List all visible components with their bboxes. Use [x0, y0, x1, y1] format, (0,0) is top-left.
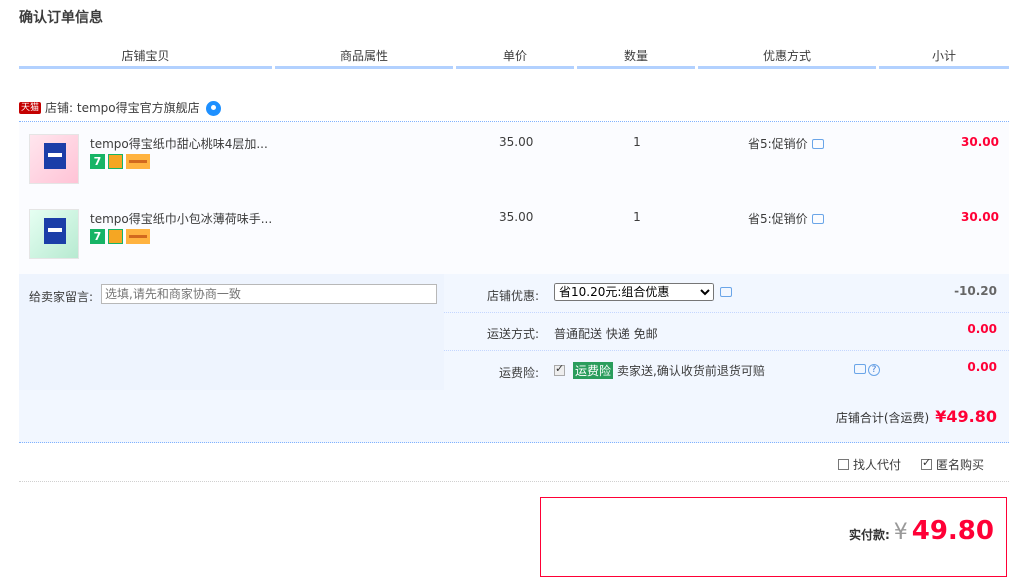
col-header-qty: 数量: [577, 46, 695, 69]
col-header-price: 单价: [456, 46, 574, 69]
shipping-row: 运送方式: 普通配送 快递 免邮 0.00: [444, 312, 1009, 351]
insurance-amount: 0.00: [967, 360, 997, 374]
promo-info: 省5:促销价: [748, 210, 824, 227]
order-options: 给卖家留言: 店铺优惠: 省10.20元:组合优惠 -10.20 运送方式: 普…: [19, 274, 1009, 390]
actual-payment-label: 实付款:: [848, 528, 890, 542]
anonymous-checkbox[interactable]: [921, 456, 933, 470]
seven-day-return-icon[interactable]: 7: [90, 154, 105, 169]
shop-total: 店铺合计(含运费) ¥49.80: [836, 407, 997, 426]
item-subtotal: 30.00: [961, 210, 999, 224]
product-name-link[interactable]: tempo得宝纸巾小包冰薄荷味手...: [90, 210, 272, 227]
product-name-link[interactable]: tempo得宝纸巾甜心桃味4层加...: [90, 135, 268, 152]
col-header-subtotal: 小计: [879, 46, 1009, 69]
payment-options: 找人代付 匿名购买: [838, 456, 984, 473]
discount-select-wrap: 省10.20元:组合优惠: [554, 283, 732, 301]
insurance-icons: ?: [854, 364, 880, 376]
payment-summary-box: 实付款: ¥ 49.80: [540, 497, 1007, 577]
item-subtotal: 30.00: [961, 135, 999, 149]
col-header-promo: 优惠方式: [698, 46, 876, 69]
insurance-tag: 运费险: [573, 362, 614, 379]
page-title: 确认订单信息: [19, 10, 103, 26]
col-header-attr: 商品属性: [275, 46, 453, 69]
quantity: 1: [633, 210, 641, 224]
credit-card-icon[interactable]: [126, 154, 150, 169]
shipping-amount: 0.00: [967, 322, 997, 336]
anonymous-option[interactable]: 匿名购买: [921, 456, 984, 473]
promo-detail-icon[interactable]: [811, 138, 824, 149]
discount-label: 店铺优惠:: [486, 289, 539, 303]
discount-select[interactable]: 省10.20元:组合优惠: [554, 283, 714, 301]
shop-header: 天猫 店铺: tempo得宝官方旗舰店: [19, 98, 221, 118]
discount-info-icon[interactable]: [720, 287, 732, 297]
insurance-checkbox[interactable]: [554, 362, 565, 376]
col-header-item: 店铺宝贝: [19, 46, 272, 69]
currency-symbol: ¥: [893, 520, 908, 545]
item-list: tempo得宝纸巾甜心桃味4层加... 7 35.00 1 省5:促销价 30.…: [19, 122, 1009, 274]
service-badges: 7: [90, 154, 150, 169]
promo-label: 省5:促销价: [748, 137, 808, 151]
shop-total-value: ¥49.80: [935, 407, 997, 426]
proxy-pay-label: 找人代付: [853, 458, 902, 472]
list-item: tempo得宝纸巾小包冰薄荷味手... 7 35.00 1 省5:促销价 30.…: [19, 197, 1009, 269]
message-panel: 给卖家留言:: [19, 274, 444, 390]
insurance-info: 运费险 卖家送,确认收货前退货可赔: [554, 362, 765, 379]
quantity: 1: [633, 135, 641, 149]
wangwang-chat-icon[interactable]: [205, 100, 221, 116]
help-icon[interactable]: ?: [868, 364, 880, 376]
divider: [19, 481, 1009, 482]
proxy-pay-option[interactable]: 找人代付: [838, 456, 901, 473]
product-thumbnail[interactable]: [29, 209, 79, 259]
column-headers: 店铺宝贝 商品属性 单价 数量 优惠方式 小计: [19, 46, 1009, 70]
shipping-value: 普通配送 快递 免邮: [554, 327, 658, 341]
message-label: 给卖家留言:: [29, 290, 94, 304]
message-input[interactable]: [101, 284, 437, 304]
actual-payment-value: 49.80: [911, 516, 994, 546]
promo-info: 省5:促销价: [748, 135, 824, 152]
service-badges: 7: [90, 229, 150, 244]
promo-label: 省5:促销价: [748, 212, 808, 226]
proxy-pay-checkbox[interactable]: [838, 459, 849, 470]
guarantee-icon[interactable]: [108, 229, 123, 244]
shop-total-row: 店铺合计(含运费) ¥49.80: [19, 390, 1009, 443]
shop-name-link[interactable]: 店铺: tempo得宝官方旗舰店: [45, 98, 200, 118]
product-thumbnail[interactable]: [29, 134, 79, 184]
shipping-label: 运送方式:: [486, 327, 539, 341]
tmall-badge: 天猫: [19, 102, 42, 114]
seven-day-return-icon[interactable]: 7: [90, 229, 105, 244]
insurance-chat-icon[interactable]: [854, 364, 866, 374]
credit-card-icon[interactable]: [126, 229, 150, 244]
anonymous-label: 匿名购买: [936, 458, 985, 472]
promo-detail-icon[interactable]: [811, 213, 824, 224]
discount-row: 店铺优惠: 省10.20元:组合优惠 -10.20: [444, 274, 1009, 313]
unit-price: 35.00: [499, 135, 534, 149]
insurance-label: 运费险:: [498, 366, 539, 380]
insurance-row: 运费险: 运费险 卖家送,确认收货前退货可赔 ? 0.00: [444, 350, 1009, 388]
insurance-text: 卖家送,确认收货前退货可赔: [617, 364, 765, 378]
list-item: tempo得宝纸巾甜心桃味4层加... 7 35.00 1 省5:促销价 30.…: [19, 122, 1009, 194]
actual-payment: 实付款: ¥ 49.80: [849, 516, 994, 546]
unit-price: 35.00: [499, 210, 534, 224]
shop-total-label: 店铺合计(含运费): [835, 411, 930, 425]
guarantee-icon[interactable]: [108, 154, 123, 169]
discount-amount: -10.20: [954, 284, 997, 298]
